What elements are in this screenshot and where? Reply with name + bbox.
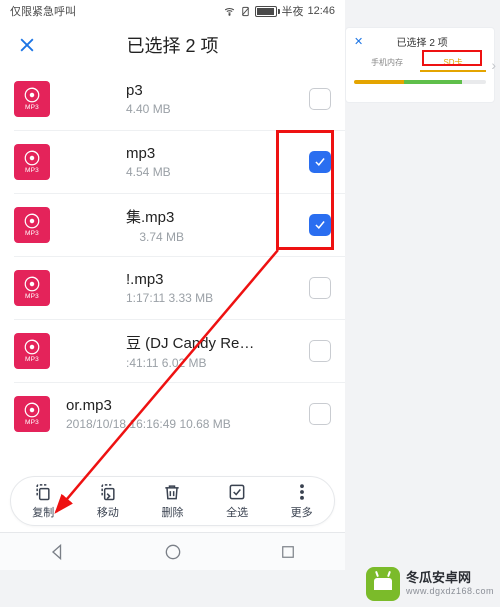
- inset-chevron-right-icon: ›: [491, 57, 496, 73]
- inset-preview: ✕ 已选择 2 项 手机内存 SD卡 ›: [346, 28, 494, 102]
- inset-storage-bar: [354, 80, 486, 84]
- nav-recent-icon[interactable]: [279, 543, 297, 561]
- nav-back-icon[interactable]: [48, 542, 68, 562]
- status-time: 12:46: [307, 5, 335, 17]
- page-title: 已选择 2 项: [12, 32, 333, 58]
- phone-frame: 仅限紧急呼叫 半夜 12:46 已选择 2 项 MP3 p3 4.40 MB MP3 mp…: [0, 0, 345, 570]
- file-checkbox[interactable]: [309, 403, 331, 425]
- mp3-file-icon: MP3: [14, 333, 50, 369]
- file-checkbox[interactable]: [309, 151, 331, 173]
- mp3-file-icon: MP3: [14, 270, 50, 306]
- file-meta: 1:17:11 3.33 MB: [126, 291, 301, 305]
- select-all-label: 全选: [226, 504, 248, 520]
- title-bar: 已选择 2 项: [0, 22, 345, 68]
- select-all-button[interactable]: 全选: [226, 482, 248, 520]
- status-left-text: 仅限紧急呼叫: [10, 3, 76, 19]
- mp3-file-icon: MP3: [14, 207, 50, 243]
- file-name: !.mp3: [126, 271, 266, 288]
- delete-button[interactable]: 删除: [161, 482, 183, 520]
- more-button[interactable]: 更多: [291, 482, 313, 520]
- copy-icon: [33, 482, 53, 502]
- file-checkbox[interactable]: [309, 340, 331, 362]
- wifi-icon: [223, 5, 236, 18]
- watermark: 冬瓜安卓网 www.dgxdz168.com: [366, 567, 494, 601]
- file-name: p3: [126, 82, 266, 99]
- file-meta: 3.74 MB: [126, 230, 301, 244]
- nav-home-icon[interactable]: [163, 542, 183, 562]
- select-all-icon: [227, 482, 247, 502]
- system-nav-bar: [0, 532, 345, 570]
- mp3-file-icon: MP3: [14, 396, 50, 432]
- file-meta: 4.54 MB: [126, 165, 301, 179]
- mp3-file-icon: MP3: [14, 81, 50, 117]
- inset-title: 已选择 2 项: [358, 34, 486, 49]
- file-meta: 4.40 MB: [126, 102, 301, 116]
- watermark-title: 冬瓜安卓网: [406, 571, 494, 586]
- copy-label: 复制: [32, 504, 54, 520]
- more-label: 更多: [291, 504, 313, 520]
- move-icon: [98, 482, 118, 502]
- file-meta: :41:11 6.02 MB: [126, 356, 301, 370]
- battery-icon: [255, 6, 277, 17]
- file-row[interactable]: MP3 mp3 4.54 MB: [0, 131, 345, 193]
- watermark-android-icon: [366, 567, 400, 601]
- file-name: or.mp3: [66, 397, 266, 414]
- inset-tab-phone: 手机内存: [354, 55, 420, 72]
- status-time-prefix: 半夜: [281, 3, 303, 19]
- mp3-file-icon: MP3: [14, 144, 50, 180]
- file-row[interactable]: MP3 豆 (DJ Candy Remix).m… :41:11 6.02 MB: [0, 320, 345, 382]
- file-name: 豆 (DJ Candy Remix).m…: [126, 332, 266, 353]
- inset-annotation-box: [422, 50, 482, 66]
- more-icon: [292, 482, 312, 502]
- copy-button[interactable]: 复制: [32, 482, 54, 520]
- file-checkbox[interactable]: [309, 214, 331, 236]
- file-meta: 2018/10/18 16:16:49 10.68 MB: [66, 417, 301, 431]
- move-button[interactable]: 移动: [97, 482, 119, 520]
- delete-label: 删除: [161, 504, 183, 520]
- file-row[interactable]: MP3 p3 4.40 MB: [0, 68, 345, 130]
- status-bar: 仅限紧急呼叫 半夜 12:46: [0, 0, 345, 22]
- file-checkbox[interactable]: [309, 277, 331, 299]
- action-bar: 复制 移动 删除 全选 更多: [10, 476, 335, 526]
- file-row[interactable]: MP3 !.mp3 1:17:11 3.33 MB: [0, 257, 345, 319]
- file-checkbox[interactable]: [309, 88, 331, 110]
- move-label: 移动: [97, 504, 119, 520]
- file-row[interactable]: MP3 集.mp3 3.74 MB: [0, 194, 345, 256]
- watermark-url: www.dgxdz168.com: [406, 586, 494, 596]
- file-row[interactable]: MP3 or.mp3 2018/10/18 16:16:49 10.68 MB: [0, 383, 345, 445]
- file-name: 集.mp3: [126, 206, 266, 227]
- no-sim-icon: [240, 5, 251, 18]
- trash-icon: [162, 482, 182, 502]
- file-name: mp3: [126, 145, 266, 162]
